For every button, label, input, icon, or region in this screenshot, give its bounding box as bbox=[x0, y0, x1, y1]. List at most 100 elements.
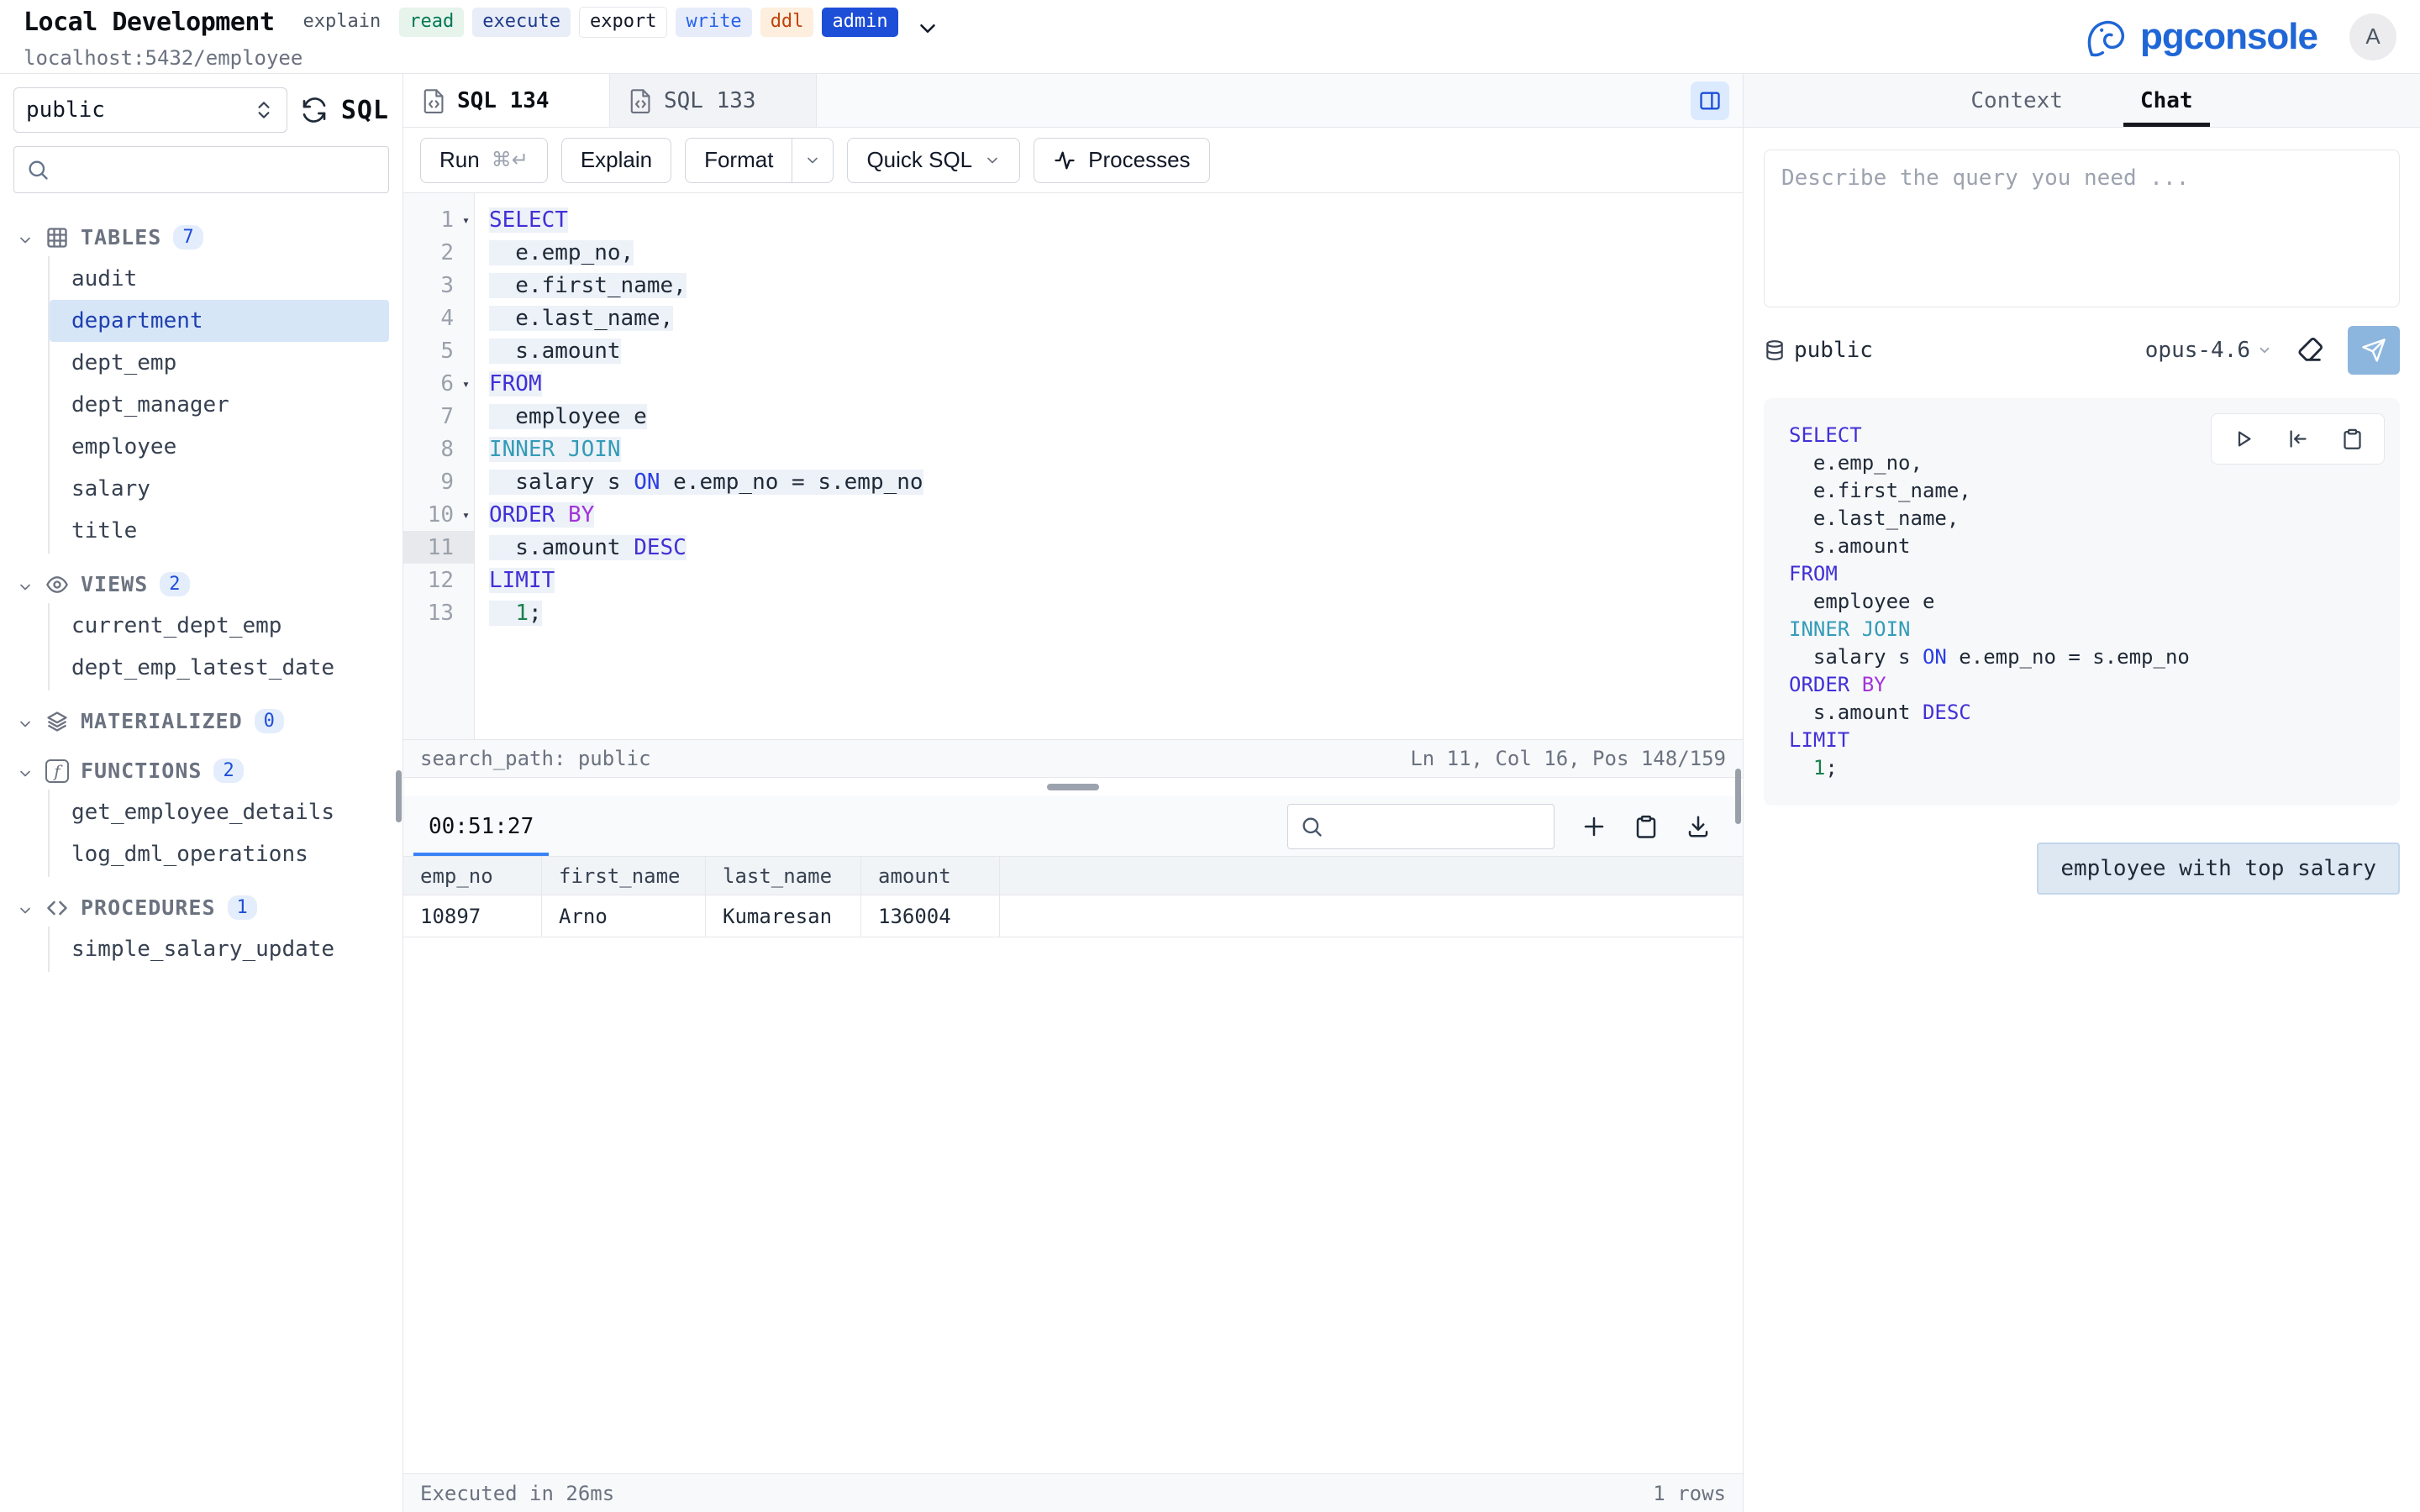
editor-line-8: 8INNER JOIN bbox=[403, 433, 1743, 465]
results-search[interactable] bbox=[1287, 804, 1555, 849]
tree-item-current_dept_emp[interactable]: current_dept_emp bbox=[50, 605, 389, 647]
section-header-procedures[interactable]: PROCEDURES1 bbox=[0, 889, 402, 927]
drag-handle[interactable] bbox=[1047, 784, 1099, 790]
explain-button[interactable]: Explain bbox=[561, 138, 671, 183]
tree-item-log_dml_operations[interactable]: log_dml_operations bbox=[50, 833, 389, 875]
activity-pulse-icon bbox=[1053, 149, 1076, 172]
editor-line-10: 10▾ORDER BY bbox=[403, 498, 1743, 531]
sql-editor[interactable]: 1▾SELECT2 e.emp_no,3 e.first_name,4 e.la… bbox=[403, 193, 1743, 739]
permission-badge-admin[interactable]: admin bbox=[822, 8, 897, 36]
tree-item-salary[interactable]: salary bbox=[50, 468, 389, 510]
tree-item-employee[interactable]: employee bbox=[50, 426, 389, 468]
send-button[interactable] bbox=[2348, 326, 2400, 375]
column-header-emp_no[interactable]: emp_no bbox=[403, 857, 542, 895]
sidebar-search-input[interactable] bbox=[58, 157, 376, 182]
database-icon bbox=[1764, 339, 1786, 361]
column-header-first_name[interactable]: first_name bbox=[542, 857, 706, 895]
fold-arrow-icon[interactable]: ▾ bbox=[462, 213, 470, 228]
tree-item-get_employee_details[interactable]: get_employee_details bbox=[50, 791, 389, 833]
results-timer-tab[interactable]: 00:51:27 bbox=[413, 796, 549, 856]
tree-item-dept_emp_latest_date[interactable]: dept_emp_latest_date bbox=[50, 647, 389, 689]
tree-item-dept_emp[interactable]: dept_emp bbox=[50, 342, 389, 384]
permission-badge-write[interactable]: write bbox=[676, 8, 751, 36]
split-view-button[interactable] bbox=[1691, 81, 1729, 120]
download-icon[interactable] bbox=[1686, 814, 1711, 839]
tree-item-dept_manager[interactable]: dept_manager bbox=[50, 384, 389, 426]
results-search-input[interactable] bbox=[1332, 815, 1542, 838]
sidebar-search[interactable] bbox=[13, 146, 389, 193]
tab-context[interactable]: Context bbox=[1965, 74, 2068, 127]
line-number: 12 bbox=[403, 564, 474, 596]
tree-item-title[interactable]: title bbox=[50, 510, 389, 552]
table-cell: 136004 bbox=[861, 895, 1000, 937]
connection-url: localhost:5432/employee bbox=[24, 46, 940, 70]
model-selector[interactable]: opus-4.6 bbox=[2145, 338, 2272, 363]
pgconsole-logo: pgconsole bbox=[2083, 13, 2317, 60]
editor-scrollbar[interactable] bbox=[1735, 769, 1741, 824]
run-button[interactable]: Run ⌘↵ bbox=[420, 138, 548, 183]
search-icon bbox=[1300, 815, 1323, 838]
line-number: 8 bbox=[403, 433, 474, 465]
query-prompt-input[interactable] bbox=[1764, 150, 2400, 307]
editor-line-7: 7 employee e bbox=[403, 400, 1743, 433]
tab-sql-133[interactable]: SQL 133 bbox=[610, 74, 817, 127]
section-header-materialized[interactable]: MATERIALIZED0 bbox=[0, 702, 402, 740]
tree-item-simple_salary_update[interactable]: simple_salary_update bbox=[50, 928, 389, 970]
run-query-icon[interactable] bbox=[2232, 428, 2254, 450]
processes-button[interactable]: Processes bbox=[1034, 138, 1209, 183]
permission-badge-read[interactable]: read bbox=[399, 8, 464, 36]
results-empty-area bbox=[403, 937, 1743, 1473]
quick-sql-button[interactable]: Quick SQL bbox=[847, 138, 1020, 183]
refresh-icon[interactable] bbox=[301, 97, 328, 123]
count-badge: 0 bbox=[255, 709, 284, 733]
logo-text: pgconsole bbox=[2140, 16, 2317, 58]
assistant-panel: Context Chat public opus-4.6 bbox=[1743, 74, 2420, 1512]
section-header-tables[interactable]: TABLES7 bbox=[0, 218, 402, 256]
sidebar-scrollbar[interactable] bbox=[396, 770, 402, 822]
schema-sidebar: public SQL TABLES7auditdepartmentdept_em… bbox=[0, 74, 403, 1512]
chevron-down-icon[interactable] bbox=[804, 152, 821, 169]
permission-badge-ddl[interactable]: ddl bbox=[760, 8, 814, 36]
pane-resize-divider[interactable] bbox=[403, 778, 1743, 796]
copy-clipboard-icon[interactable] bbox=[1634, 814, 1659, 839]
split-panel-icon bbox=[1698, 89, 1722, 113]
copy-clipboard-icon[interactable] bbox=[2341, 428, 2364, 450]
permission-badge-execute[interactable]: execute bbox=[472, 8, 571, 36]
new-sql-button[interactable]: SQL bbox=[341, 96, 389, 125]
table-row[interactable]: 10897ArnoKumaresan136004 bbox=[403, 895, 1743, 937]
format-button[interactable]: Format bbox=[685, 138, 834, 183]
schema-select-value: public bbox=[26, 97, 105, 123]
tab-chat[interactable]: Chat bbox=[2135, 74, 2198, 127]
avatar[interactable]: A bbox=[2349, 13, 2396, 60]
chevron-down-icon bbox=[17, 576, 34, 593]
tab-sql-134[interactable]: SQL 134 bbox=[403, 74, 610, 127]
column-header-amount[interactable]: amount bbox=[861, 857, 1000, 895]
line-number: 9 bbox=[403, 465, 474, 498]
line-number: 4 bbox=[403, 302, 474, 334]
column-header-last_name[interactable]: last_name bbox=[706, 857, 861, 895]
schema-select[interactable]: public bbox=[13, 87, 287, 133]
chevron-down-icon[interactable] bbox=[915, 16, 940, 41]
chevron-down-icon bbox=[984, 152, 1001, 169]
section-header-functions[interactable]: fFUNCTIONS2 bbox=[0, 752, 402, 790]
section-header-views[interactable]: VIEWS2 bbox=[0, 565, 402, 603]
eraser-icon bbox=[2296, 336, 2324, 365]
tab-label: SQL 134 bbox=[457, 88, 550, 113]
tree-item-audit[interactable]: audit bbox=[50, 258, 389, 300]
clear-chat-button[interactable] bbox=[2296, 336, 2324, 365]
fold-arrow-icon[interactable]: ▾ bbox=[462, 376, 470, 391]
insert-into-editor-icon[interactable] bbox=[2286, 428, 2309, 450]
results-toolbar: 00:51:27 bbox=[403, 796, 1743, 857]
schema-context-chip: public bbox=[1764, 338, 1873, 363]
add-icon[interactable] bbox=[1581, 814, 1607, 839]
editor-line-2: 2 e.emp_no, bbox=[403, 236, 1743, 269]
sql-file-icon bbox=[424, 88, 445, 113]
section-label: VIEWS bbox=[81, 572, 148, 596]
permission-badge-explain[interactable]: explain bbox=[293, 8, 392, 36]
model-name: opus-4.6 bbox=[2145, 338, 2250, 363]
fold-arrow-icon[interactable]: ▾ bbox=[462, 507, 470, 522]
permission-badge-export[interactable]: export bbox=[579, 7, 667, 37]
chevron-down-icon bbox=[17, 763, 34, 780]
editor-statusbar: search_path: public Ln 11, Col 16, Pos 1… bbox=[403, 739, 1743, 778]
tree-item-department[interactable]: department bbox=[50, 300, 389, 342]
